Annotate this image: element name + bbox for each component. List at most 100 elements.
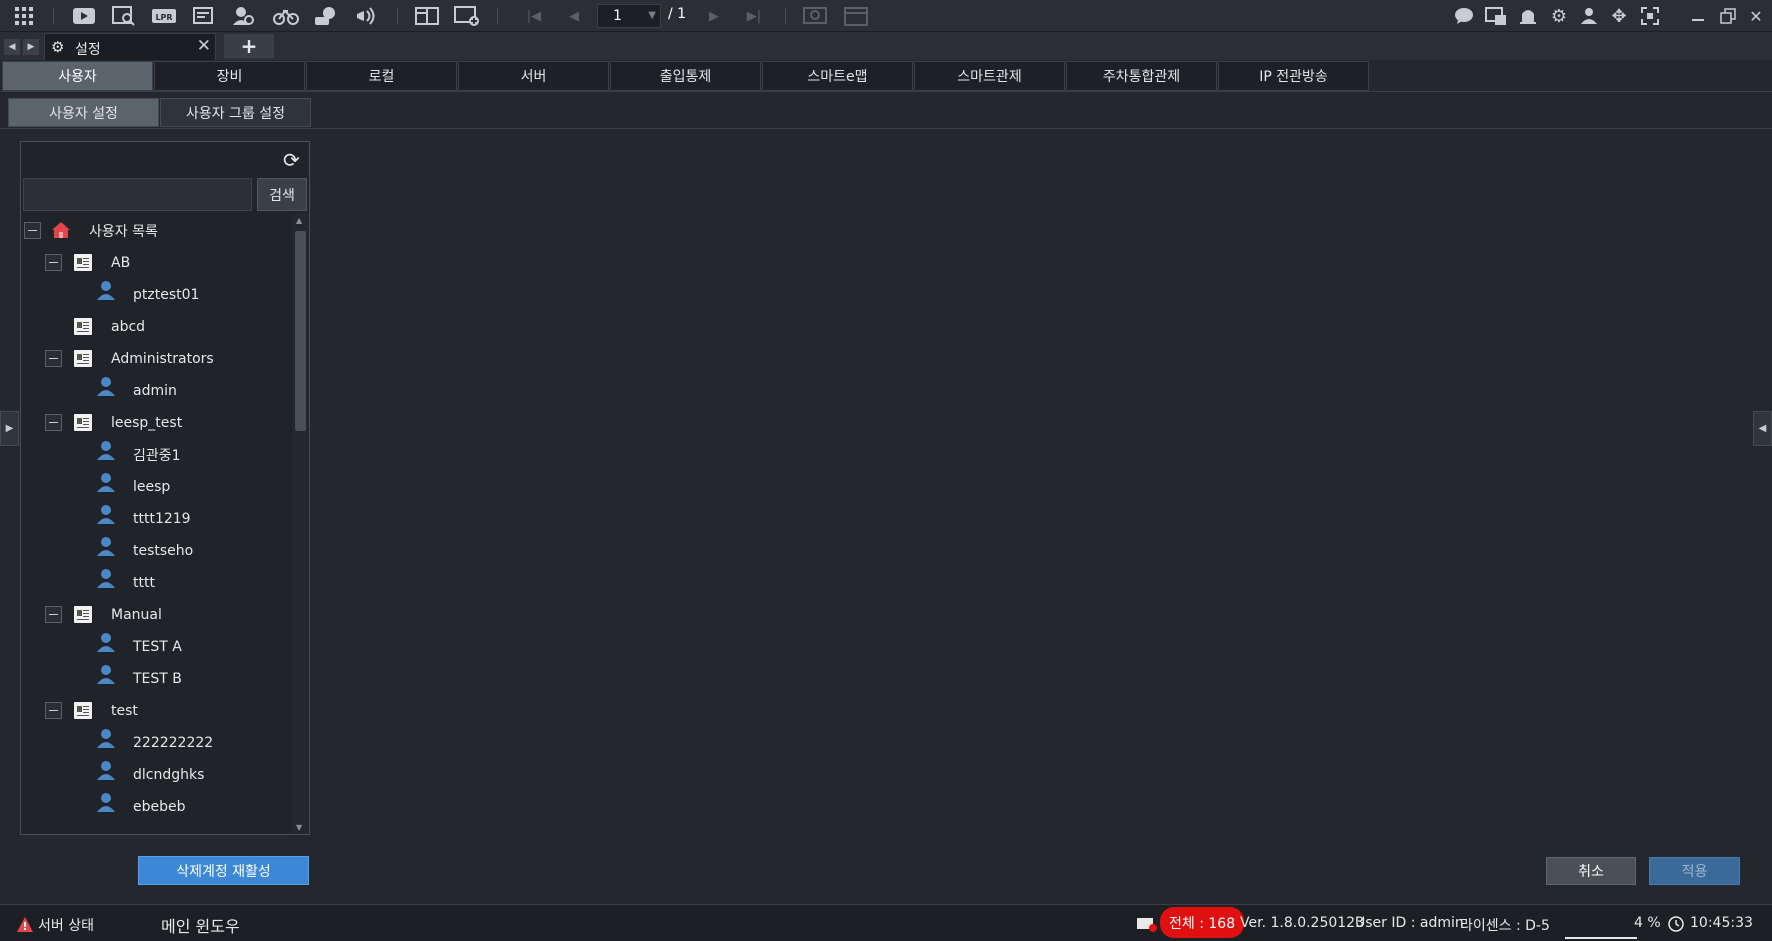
user-tree-panel: ⟳ 검색 사용자 목록 AB ptztest01 abcd Administra… xyxy=(20,141,310,835)
restore-icon[interactable] xyxy=(1714,3,1742,29)
scroll-up-icon[interactable]: ▲ xyxy=(296,216,302,225)
restore-deleted-accounts-button[interactable]: 삭제계정 재활성 xyxy=(138,856,309,885)
tree-scrollbar[interactable]: ▲ ▼ xyxy=(292,214,308,834)
close-tab-icon[interactable]: ✕ xyxy=(197,36,211,56)
event-search-icon[interactable] xyxy=(190,3,218,29)
tree-group[interactable]: test xyxy=(111,696,138,726)
user-icon xyxy=(96,280,116,300)
tree-user[interactable]: TEST B xyxy=(133,664,182,694)
apply-button[interactable]: 적용 xyxy=(1649,857,1740,885)
group-icon xyxy=(74,606,92,623)
fullscreen-icon[interactable] xyxy=(1636,3,1664,29)
tree-user[interactable]: ebebeb xyxy=(133,792,186,822)
tab-settings[interactable]: ⚙ 설정 ✕ xyxy=(44,33,216,60)
tab-local[interactable]: 로컬 xyxy=(306,61,457,91)
page-number-field[interactable]: 1 ▼ xyxy=(597,4,661,28)
tab-user[interactable]: 사용자 xyxy=(2,61,153,91)
object-search-icon[interactable] xyxy=(312,3,340,29)
time-label: 10:45:33 xyxy=(1690,915,1753,931)
face-search-icon[interactable] xyxy=(230,3,258,29)
user-icon xyxy=(96,440,116,460)
tree-user[interactable]: ptztest01 xyxy=(133,280,199,310)
message-icon[interactable] xyxy=(1482,3,1510,29)
bike-icon[interactable] xyxy=(272,3,300,29)
refresh-icon[interactable]: ⟳ xyxy=(283,148,300,172)
move-icon[interactable]: ✥ xyxy=(1605,3,1633,29)
status-bar: 서버 상태 메인 윈도우 전체 : 168 Ver. 1.8.0.250123 … xyxy=(0,904,1772,941)
grid-icon[interactable] xyxy=(10,3,38,29)
tab-server[interactable]: 서버 xyxy=(458,61,609,91)
left-panel-toggle[interactable]: ▶ xyxy=(0,411,19,446)
cpu-usage-label: 4 % xyxy=(1634,915,1661,931)
tree-user[interactable]: 222222222 xyxy=(133,728,213,758)
tree-user[interactable]: testseho xyxy=(133,536,193,566)
tab-scroll-left-icon[interactable]: ◀ xyxy=(4,39,20,55)
alarm-icon[interactable] xyxy=(1514,3,1542,29)
tree-user[interactable]: admin xyxy=(133,376,177,406)
scroll-down-icon[interactable]: ▼ xyxy=(296,823,302,832)
search-button[interactable]: 검색 xyxy=(257,178,307,211)
chevron-down-icon[interactable]: ▼ xyxy=(648,5,656,27)
tab-scroll-right-icon[interactable]: ▶ xyxy=(23,39,39,55)
collapse-toggle[interactable] xyxy=(45,702,62,719)
collapse-toggle[interactable] xyxy=(24,222,41,239)
toolbar-divider xyxy=(397,8,398,24)
chat-icon[interactable] xyxy=(1450,3,1478,29)
minimize-icon[interactable] xyxy=(1684,3,1712,29)
tab-user-group-settings[interactable]: 사용자 그룹 설정 xyxy=(160,98,311,127)
settings-icon[interactable]: ⚙ xyxy=(1545,3,1573,29)
app-window: LPR |◀ ◀ 1 ▼ / 1 ▶ ▶| ⚙ ✥ ✕ ◀ ▶ ⚙ 설정 ✕ +… xyxy=(0,0,1772,941)
tab-smart-emap[interactable]: 스마트e맵 xyxy=(762,61,913,91)
user-icon xyxy=(96,792,116,812)
search-playback-icon[interactable] xyxy=(110,3,138,29)
tree-user[interactable]: tttt1219 xyxy=(133,504,191,534)
scrollbar-thumb[interactable] xyxy=(295,231,306,431)
collapse-toggle[interactable] xyxy=(45,350,62,367)
user-icon xyxy=(96,504,116,524)
page-total: / 1 xyxy=(668,6,687,22)
schedule-icon[interactable] xyxy=(842,3,870,29)
tree-user[interactable]: tttt xyxy=(133,568,155,598)
server-status-label[interactable]: 서버 상태 xyxy=(38,915,94,935)
camera-event-icon[interactable] xyxy=(1136,916,1158,936)
tab-ip-broadcast[interactable]: IP 전관방송 xyxy=(1218,61,1369,91)
collapse-toggle[interactable] xyxy=(45,606,62,623)
divider xyxy=(0,128,1772,129)
tree-group[interactable]: leesp_test xyxy=(111,408,182,438)
tab-access-control[interactable]: 출입통제 xyxy=(610,61,761,91)
right-panel-toggle[interactable]: ◀ xyxy=(1753,411,1772,446)
broadcast-icon[interactable] xyxy=(352,3,380,29)
lpr-icon[interactable]: LPR xyxy=(150,3,178,29)
play-icon[interactable] xyxy=(70,3,98,29)
layout-split-icon[interactable] xyxy=(413,3,441,29)
tree-user[interactable]: TEST A xyxy=(133,632,182,662)
tab-parking-control[interactable]: 주차통합관제 xyxy=(1066,61,1217,91)
tree-group[interactable]: Administrators xyxy=(111,344,214,374)
tab-device[interactable]: 장비 xyxy=(154,61,305,91)
close-icon[interactable]: ✕ xyxy=(1742,3,1770,29)
tree-user[interactable]: 김관중1 xyxy=(133,440,181,470)
group-icon xyxy=(74,254,92,271)
first-page-icon[interactable]: |◀ xyxy=(520,3,548,29)
collapse-toggle[interactable] xyxy=(45,414,62,431)
add-layout-icon[interactable] xyxy=(453,3,481,29)
add-tab-button[interactable]: + xyxy=(224,34,274,58)
tab-smart-monitoring[interactable]: 스마트관제 xyxy=(914,61,1065,91)
sequence-icon[interactable] xyxy=(801,3,829,29)
last-page-icon[interactable]: ▶| xyxy=(740,3,768,29)
tree-group[interactable]: abcd xyxy=(111,312,145,342)
search-input[interactable] xyxy=(23,178,252,211)
tree-user[interactable]: leesp xyxy=(133,472,170,502)
prev-page-icon[interactable]: ◀ xyxy=(560,3,588,29)
tab-user-settings[interactable]: 사용자 설정 xyxy=(8,98,159,127)
cancel-button[interactable]: 취소 xyxy=(1546,857,1636,885)
next-page-icon[interactable]: ▶ xyxy=(700,3,728,29)
tree-root-label[interactable]: 사용자 목록 xyxy=(89,216,158,246)
collapse-toggle[interactable] xyxy=(45,254,62,271)
tree-user[interactable]: dlcndghks xyxy=(133,760,204,790)
tree-group[interactable]: Manual xyxy=(111,600,162,630)
total-count-badge[interactable]: 전체 : 168 xyxy=(1160,907,1245,938)
group-icon xyxy=(74,318,92,335)
tree-group[interactable]: AB xyxy=(111,248,130,278)
user-icon[interactable] xyxy=(1575,3,1603,29)
